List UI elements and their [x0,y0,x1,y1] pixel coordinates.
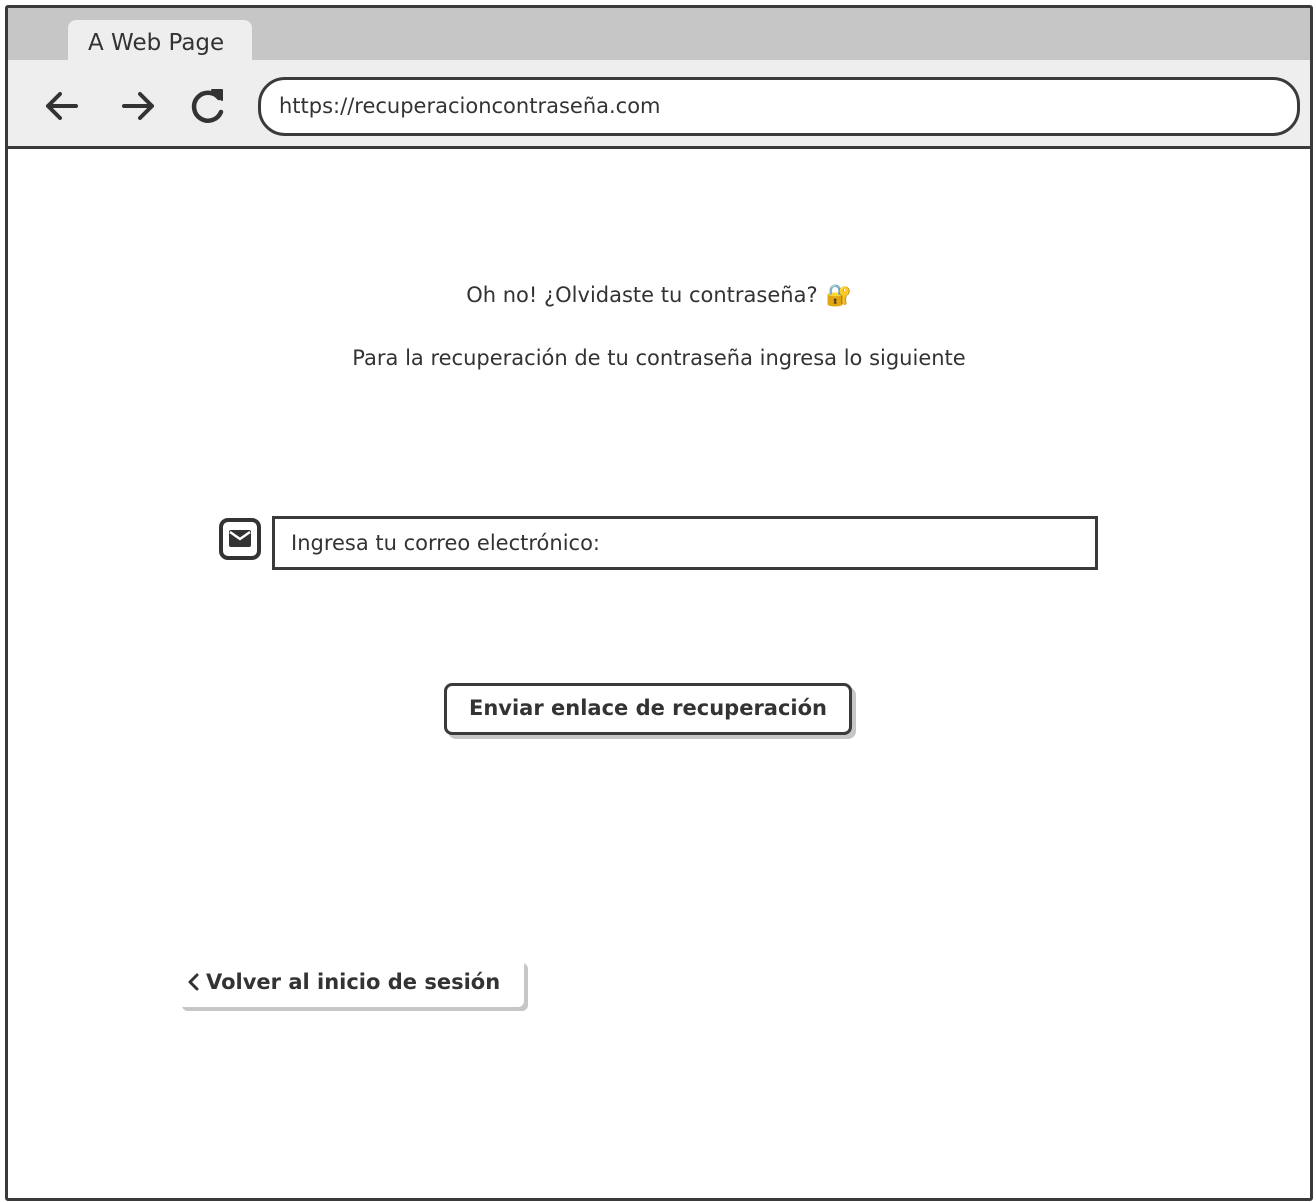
browser-window: A Web Page https://recuperacioncontraseñ… [5,5,1313,1201]
back-to-login-label: Volver al inicio de sesión [206,970,501,994]
arrow-right-icon [122,92,154,120]
back-button[interactable] [38,82,86,130]
reload-icon [191,89,224,123]
reload-button[interactable] [184,82,232,130]
arrow-left-icon [46,92,78,120]
page-title-text: Oh no! ¿Olvidaste tu contraseña? [466,283,818,307]
back-to-login-link[interactable]: Volver al inicio de sesión [178,959,524,1007]
page-subtitle: Para la recuperación de tu contraseña in… [352,346,966,370]
address-bar[interactable]: https://recuperacioncontraseña.com [258,77,1300,136]
chevron-left-icon [188,973,199,991]
page-content: Oh no! ¿Olvidaste tu contraseña? 🔐 Para l… [8,149,1310,1198]
email-field[interactable]: Ingresa tu correo electrónico: [272,516,1098,570]
envelope-icon [219,518,261,560]
browser-toolbar: https://recuperacioncontraseña.com [8,60,1310,149]
page-title: Oh no! ¿Olvidaste tu contraseña? 🔐 [8,283,1310,308]
forward-button[interactable] [114,82,162,130]
browser-tab[interactable]: A Web Page [68,20,252,62]
send-recovery-link-button[interactable]: Enviar enlace de recuperación [444,683,852,735]
tab-bar: A Web Page [8,8,1310,62]
lock-icon: 🔐 [825,283,852,307]
